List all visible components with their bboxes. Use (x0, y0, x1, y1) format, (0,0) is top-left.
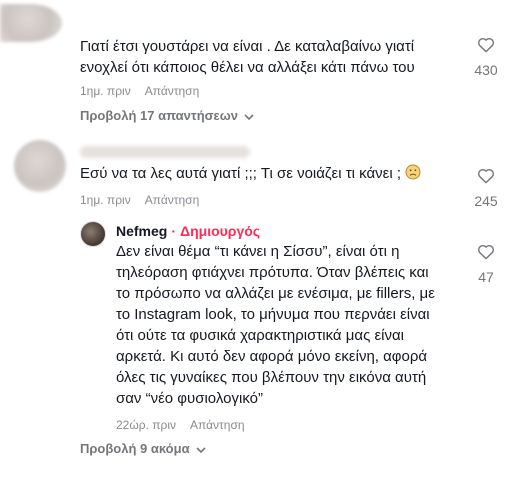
reply-text-line-5: ότι ούτε τα φυσικά χαρακτηριστικά μας εί… (116, 327, 404, 344)
reply-text-line-6: αρκετά. Κι αυτό δεν αφορά μόνο εκείνη, α… (116, 348, 428, 365)
heart-icon[interactable] (477, 167, 495, 184)
frowning-face-emoji-icon (405, 164, 421, 180)
comment-2-text-content: Εσύ να τα λες αυτά γιατί ;;; Τι σε νοιάζ… (80, 165, 401, 182)
reply-avatar[interactable] (80, 221, 106, 247)
comment-2-reply-button[interactable]: Απάντηση (145, 193, 200, 207)
comment-2-time: 1ημ. πριν (80, 193, 131, 207)
comment-2-like-count: 245 (474, 193, 498, 209)
reply-like-count: 47 (478, 269, 494, 285)
view-more-button[interactable]: Προβολή 9 ακόμα (80, 441, 206, 457)
reply-text-line-2: τηλεόραση φτιάχνει πρότυπα. Όταν βλέπεις… (116, 264, 429, 281)
comment-2-avatar[interactable] (14, 140, 66, 192)
reply-username-row: Nefmeg · Δημιουργός (116, 223, 260, 239)
heart-icon[interactable] (477, 243, 495, 260)
chevron-down-icon (196, 442, 206, 457)
chevron-down-icon (244, 109, 254, 124)
creator-badge: Δημιουργός (180, 223, 261, 239)
reply-time: 22ώρ. πριν (116, 418, 176, 432)
comment-2-username[interactable] (80, 146, 250, 158)
reply-separator: · (171, 223, 177, 239)
comment-1-like[interactable]: 430 (466, 36, 506, 78)
reply-like[interactable]: 47 (466, 243, 506, 285)
comment-2-text: Εσύ να τα λες αυτά γιατί ;;; Τι σε νοιάζ… (80, 163, 421, 184)
comment-1-text-line-1: Γιατί έτσι γουστάρει να είναι . Δε καταλ… (80, 38, 415, 55)
view-more-label: Προβολή 9 ακόμα (80, 441, 190, 456)
reply-text-line-1: Δεν είναι θέμα “τι κάνει η Σίσσυ”, είναι… (116, 243, 400, 260)
reply-username[interactable]: Nefmeg (116, 223, 167, 239)
reply-text-line-7: όλες τις γυναίκες που βλέπουν την εικόνα… (116, 369, 427, 386)
reply-meta: 22ώρ. πριν Απάντηση (116, 418, 245, 432)
comment-1-text-line-2: ενοχλεί ότι κάποιος θέλει να αλλάξει κάτ… (80, 59, 415, 76)
reply-text-line-4: το Instagram look, το μήνυμα που περνάει… (116, 306, 430, 323)
comment-1-avatar[interactable] (0, 4, 62, 42)
comment-1-time: 1ημ. πριν (80, 84, 131, 98)
reply-text-line-8: σαν “νέο φυσιολογικό” (116, 390, 263, 407)
comment-1-like-count: 430 (474, 62, 498, 78)
view-replies-button[interactable]: Προβολή 17 απαντήσεων (80, 108, 254, 124)
comment-2-like[interactable]: 245 (466, 167, 506, 209)
view-replies-label: Προβολή 17 απαντήσεων (80, 108, 238, 123)
comment-2-meta: 1ημ. πριν Απάντηση (80, 193, 199, 207)
reply-reply-button[interactable]: Απάντηση (190, 418, 245, 432)
comment-1-reply-button[interactable]: Απάντηση (145, 84, 200, 98)
heart-icon[interactable] (477, 36, 495, 53)
comment-1-meta: 1ημ. πριν Απάντηση (80, 84, 199, 98)
reply-text-line-3: το πρόσωπο να αλλάζει με ενέσιμα, με fil… (116, 285, 435, 302)
